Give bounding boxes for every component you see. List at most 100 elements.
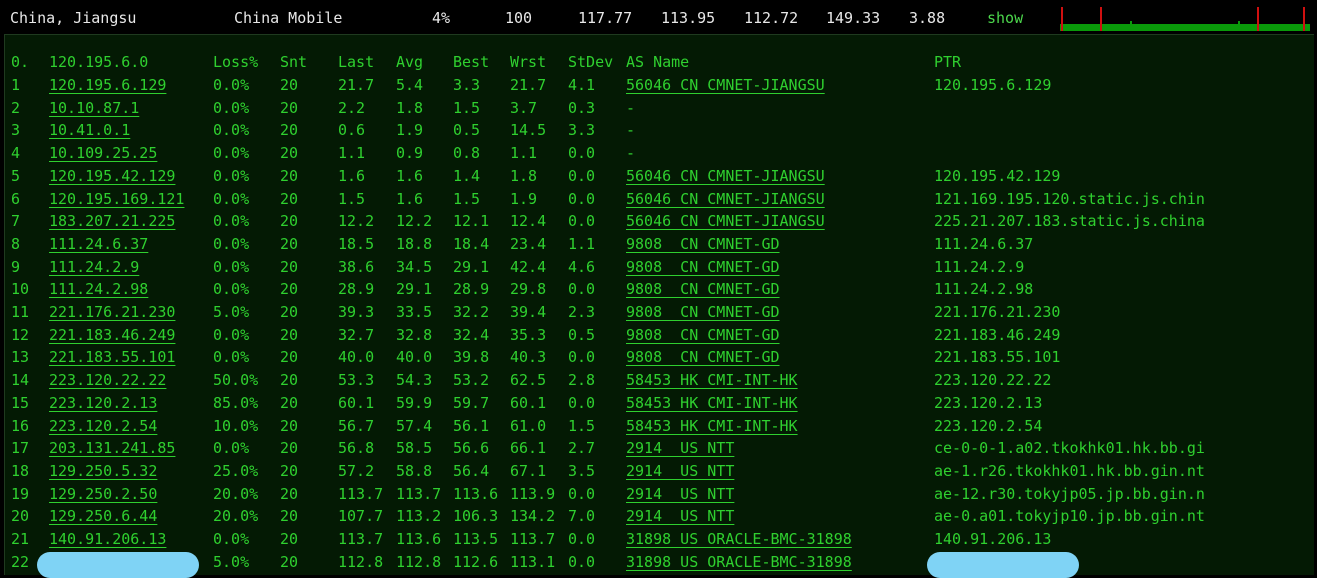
traceroute-panel: 0. 120.195.6.0 Loss% Snt Last Avg Best W…	[4, 34, 1314, 578]
hop-host[interactable]: 221.183.46.249	[49, 324, 175, 346]
hop-asname[interactable]: 9808 CN CMNET-GD	[626, 346, 780, 368]
hop-asname[interactable]: 58453 HK CMI-INT-HK	[626, 392, 798, 414]
hop-host[interactable]: 223.120.2.54	[49, 415, 157, 437]
table-row: 14 223.120.22.22 50.0% 20 53.3 54.3 53.2 62.5 2.…	[5, 369, 1305, 391]
hop-host[interactable]: 183.207.21.225	[49, 210, 175, 232]
hop-host[interactable]: 120.195.6.129	[49, 74, 166, 96]
hop-host[interactable]: 221.176.21.230	[49, 301, 175, 323]
hop-asname[interactable]: 9808 CN CMNET-GD	[626, 301, 780, 323]
hop-host[interactable]: 111.24.2.9	[49, 256, 139, 278]
sparkline-tick	[1130, 21, 1132, 24]
hop-host[interactable]: 120.195.169.121	[49, 188, 184, 210]
hop-asname[interactable]: 58453 HK CMI-INT-HK	[626, 415, 798, 437]
hop-ptr: 223.120.2.54	[934, 416, 1043, 435]
hop-stdev: 0.0	[568, 280, 596, 299]
summary-stdev: 3.88	[909, 9, 946, 27]
hop-host[interactable]: 120.195.42.129	[49, 165, 175, 187]
hop-asname[interactable]: 56046 CN CMNET-JIANGSU	[626, 165, 825, 187]
hop-best: 32.4	[453, 325, 490, 344]
hop-stdev: 0.0	[568, 393, 596, 412]
hop-stdev: 1.1	[568, 234, 596, 253]
hop-stdev: 0.0	[568, 212, 596, 231]
hop-host[interactable]: 140.91.206.13	[49, 528, 166, 550]
hop-last: 0.6	[338, 121, 366, 140]
hop-host[interactable]: 223.120.2.13	[49, 392, 157, 414]
hop-asname[interactable]: 9808 CN CMNET-GD	[626, 233, 780, 255]
table-row: 5 120.195.42.129 0.0% 20 1.6 1.6 1.4 1.8 0.0 5604…	[5, 165, 1305, 187]
table-row: 9 111.24.2.9 0.0% 20 38.6 34.5 29.1 42.4 4.6 9808…	[5, 256, 1305, 278]
sparkline-tick	[1238, 21, 1240, 24]
hop-asname[interactable]: 9808 CN CMNET-GD	[626, 256, 780, 278]
hop-loss: 0.0%	[213, 144, 250, 163]
hop-best: 1.5	[453, 98, 481, 117]
hop-avg: 58.8	[396, 461, 433, 480]
hop-snt: 20	[280, 393, 299, 412]
summary-sent: 100	[505, 9, 533, 27]
hop-wrst: 35.3	[510, 325, 547, 344]
hop-asname[interactable]: 9808 CN CMNET-GD	[626, 278, 780, 300]
summary-provider: China Mobile	[234, 9, 343, 27]
table-row: 2 10.10.87.1 0.0% 20 2.2 1.8 1.5 3.7 0.3 -	[5, 97, 1305, 119]
hop-asname[interactable]: 56046 CN CMNET-JIANGSU	[626, 188, 825, 210]
hop-host[interactable]: 10.10.87.1	[49, 97, 139, 119]
hop-asname[interactable]: 2914 US NTT	[626, 437, 734, 459]
hop-hop: 19	[11, 484, 30, 503]
hop-snt: 20	[280, 144, 299, 163]
hop-avg: 1.9	[396, 121, 424, 140]
hop-loss: 0.0%	[213, 439, 250, 458]
hop-loss: 0.0%	[213, 325, 250, 344]
hop-host[interactable]: 129.250.6.44	[49, 505, 157, 527]
hop-asname[interactable]: 58453 HK CMI-INT-HK	[626, 369, 798, 391]
hop-wrst: 42.4	[510, 257, 547, 276]
header-best: Best	[453, 53, 490, 71]
hop-avg: 54.3	[396, 371, 433, 390]
table-row: 7 183.207.21.225 0.0% 20 12.2 12.2 12.1 12.4 0.0…	[5, 210, 1305, 232]
hop-last: 1.1	[338, 144, 366, 163]
hop-wrst: 62.5	[510, 371, 547, 390]
hop-asname[interactable]: 31898 US ORACLE-BMC-31898	[626, 528, 852, 550]
hop-hop: 2	[11, 98, 21, 117]
table-row: 8 111.24.6.37 0.0% 20 18.5 18.8 18.4 23.4 1.1 980…	[5, 233, 1305, 255]
hop-wrst: 1.1	[510, 144, 538, 163]
hop-host[interactable]: 129.250.5.32	[49, 460, 157, 482]
hop-snt: 20	[280, 166, 299, 185]
hop-best: 56.6	[453, 439, 490, 458]
hop-asname[interactable]: 2914 US NTT	[626, 460, 734, 482]
hop-host[interactable]: 111.24.6.37	[49, 233, 148, 255]
hop-asname[interactable]: 56046 CN CMNET-JIANGSU	[626, 210, 825, 232]
hop-ptr: 111.24.2.98	[934, 280, 1034, 299]
hop-best: 28.9	[453, 280, 490, 299]
hop-snt: 20	[280, 257, 299, 276]
hop-asname[interactable]: 31898 US ORACLE-BMC-31898	[626, 551, 852, 573]
hop-snt: 20	[280, 552, 299, 571]
hop-asname[interactable]: 2914 US NTT	[626, 483, 734, 505]
summary-worst: 149.33	[826, 9, 881, 27]
hop-asname[interactable]: 2914 US NTT	[626, 505, 734, 527]
hop-ptr: ae-12.r30.tokyjp05.jp.bb.gin.n	[934, 484, 1205, 503]
hop-host[interactable]: 129.250.2.50	[49, 483, 157, 505]
hop-asname[interactable]: 9808 CN CMNET-GD	[626, 324, 780, 346]
hop-host[interactable]: 221.183.55.101	[49, 346, 175, 368]
hop-loss: 5.0%	[213, 303, 250, 321]
hop-best: 0.5	[453, 121, 481, 140]
hop-stdev: 2.3	[568, 303, 596, 321]
hop-stdev: 2.8	[568, 371, 596, 390]
hop-stdev: 0.0	[568, 144, 596, 163]
hop-host[interactable]: 111.24.2.98	[49, 278, 148, 300]
hop-snt: 20	[280, 303, 299, 321]
table-row: 22 5.0% 20 112.8 112.8 112.6 113.1 0.0 31898 US …	[5, 551, 1305, 573]
summary-avg: 113.95	[661, 9, 716, 27]
table-row: 15 223.120.2.13 85.0% 20 60.1 59.9 59.7 60.1 0.0…	[5, 392, 1305, 414]
hop-host[interactable]: 10.109.25.25	[49, 142, 157, 164]
hop-host[interactable]: 10.41.0.1	[49, 119, 130, 141]
hop-avg: 113.6	[396, 530, 442, 548]
summary-loss: 4%	[432, 9, 451, 27]
hop-host[interactable]: 203.131.241.85	[49, 437, 175, 459]
hop-loss: 0.0%	[213, 166, 250, 185]
hop-asname[interactable]: 56046 CN CMNET-JIANGSU	[626, 74, 825, 96]
hop-ptr: 111.24.2.9	[934, 257, 1025, 276]
hop-last: 60.1	[338, 393, 375, 412]
hop-host[interactable]: 223.120.22.22	[49, 369, 166, 391]
hop-wrst: 61.0	[510, 416, 547, 435]
show-link[interactable]: show	[987, 9, 1023, 27]
